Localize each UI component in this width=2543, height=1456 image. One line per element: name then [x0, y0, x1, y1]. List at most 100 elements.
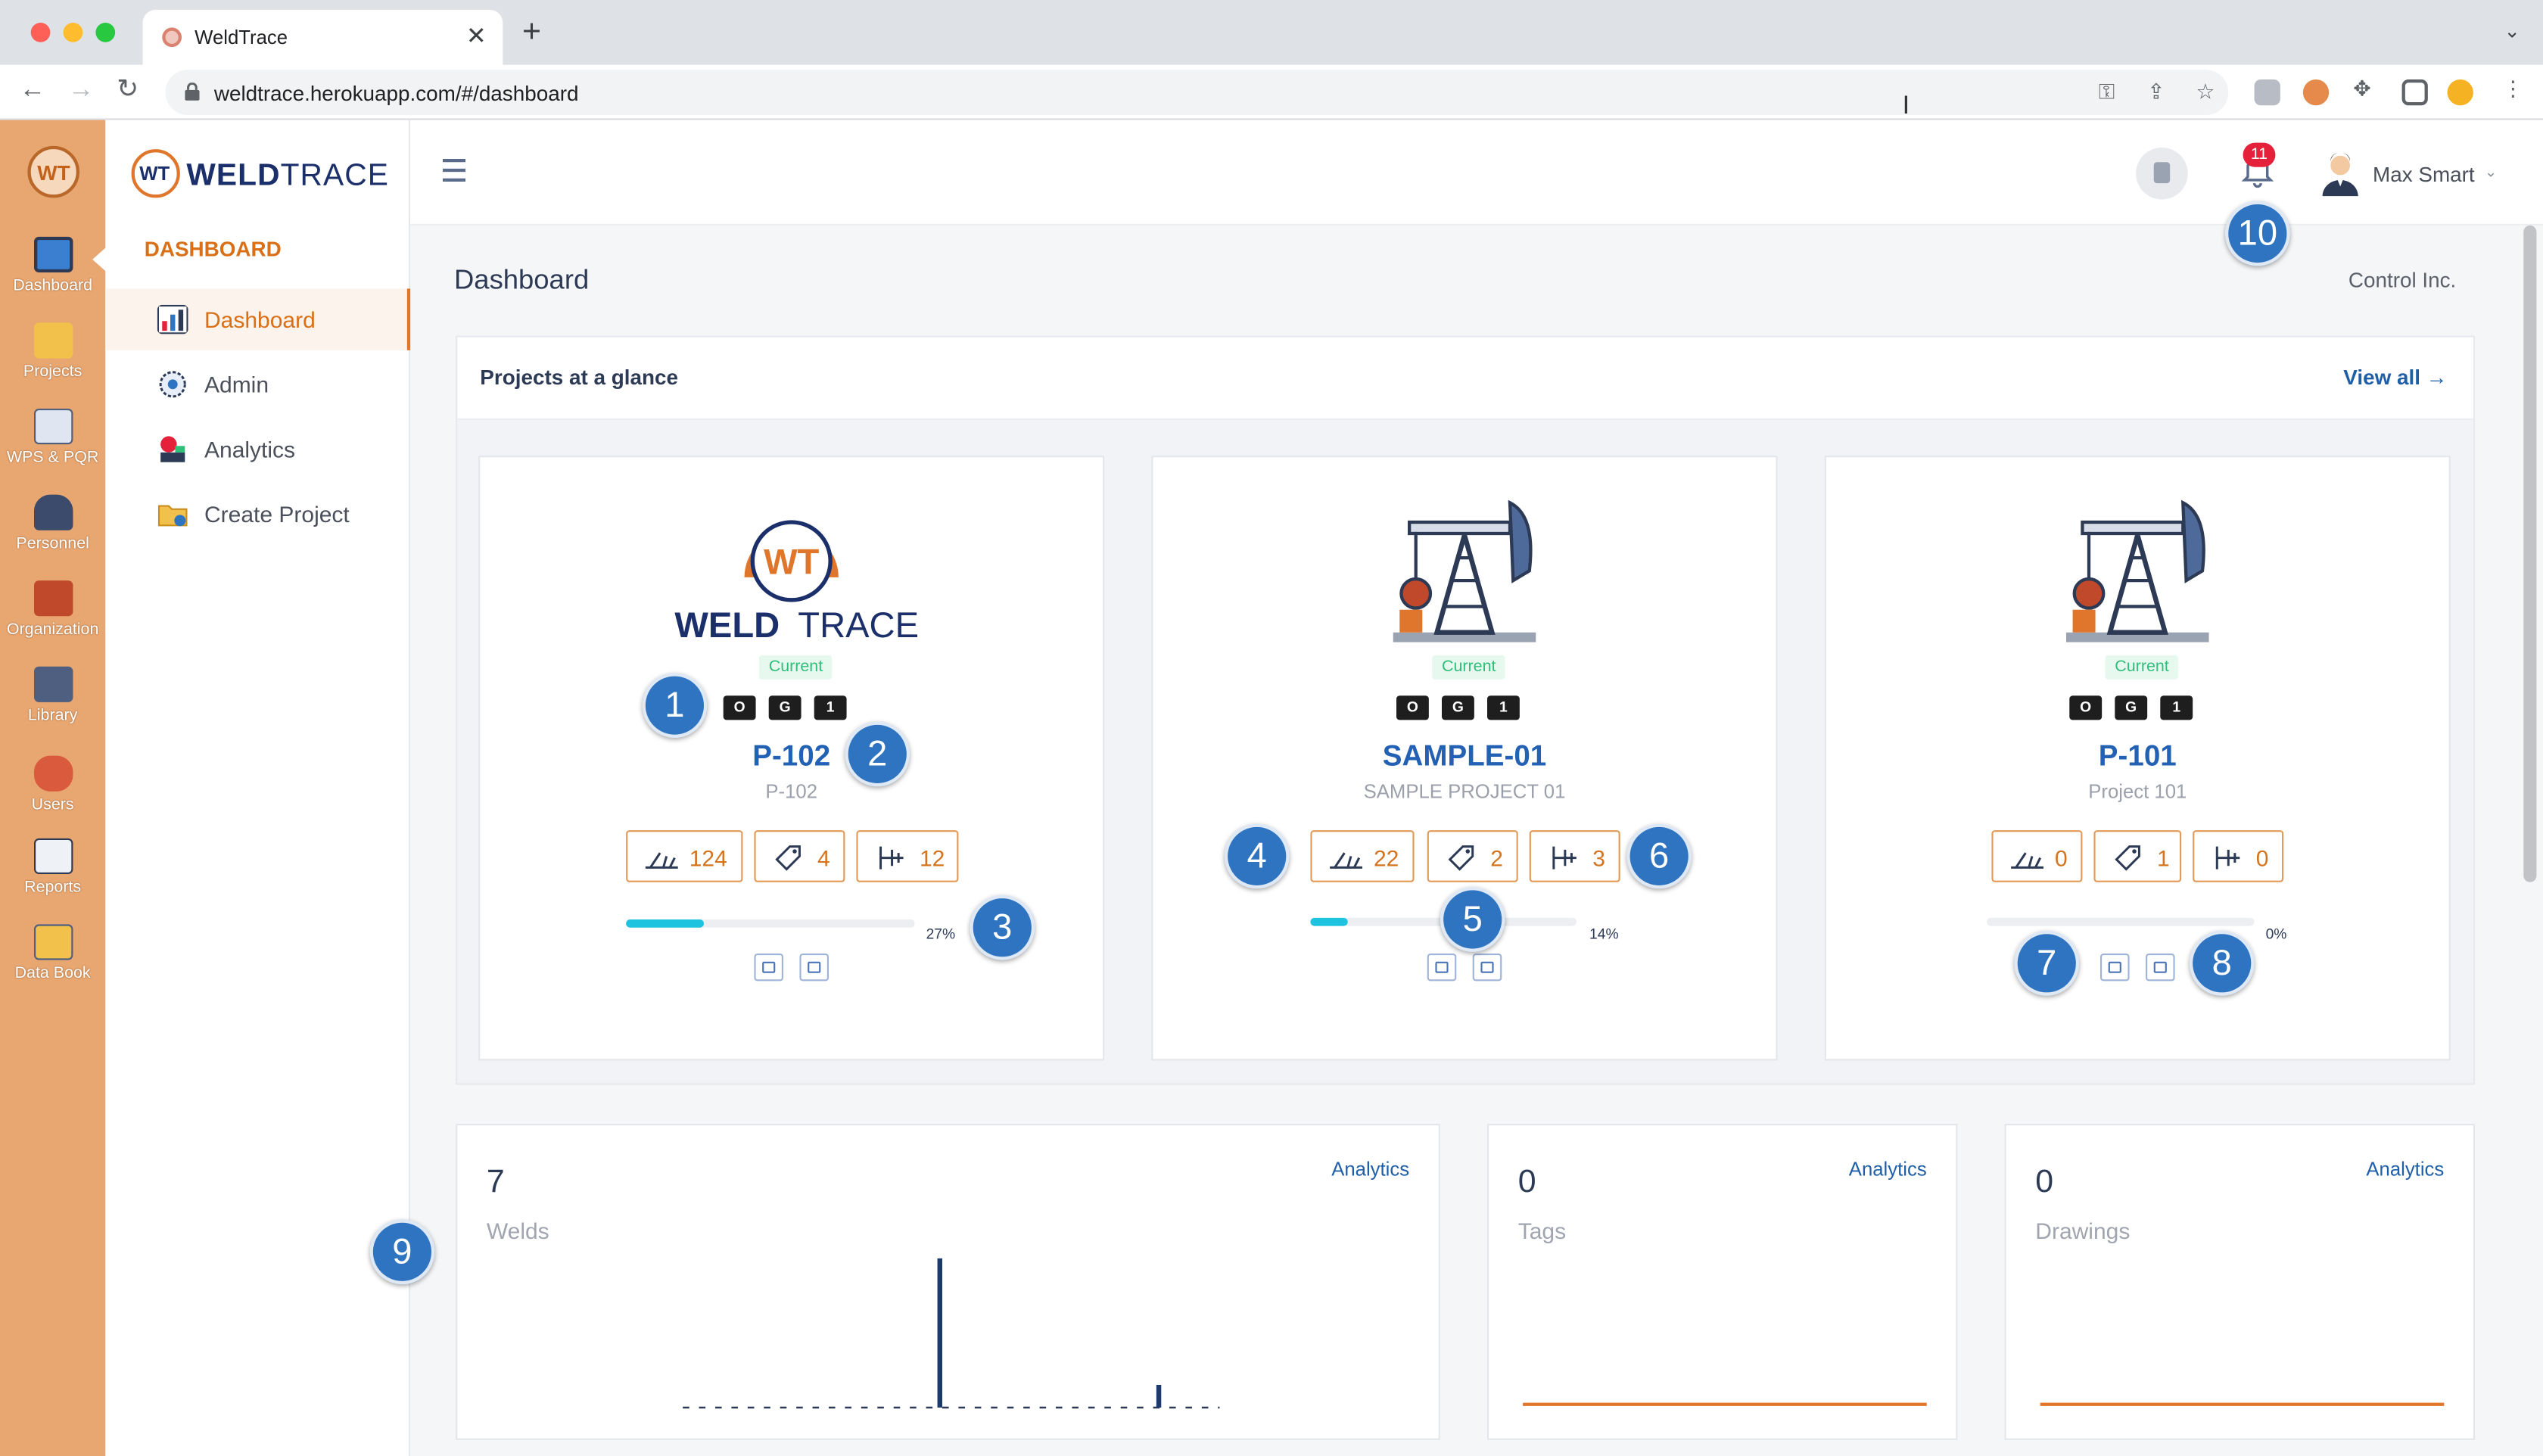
rail-logo[interactable]: WT — [27, 145, 79, 198]
calendar-button[interactable] — [1427, 954, 1457, 982]
user-menu-chevron-down-icon[interactable]: ⌄ — [2485, 163, 2497, 182]
mini-badge[interactable]: G — [2115, 695, 2148, 720]
address-bar[interactable]: weldtrace.herokuapp.com/#/dashboard ⚿ ⇪ … — [165, 70, 2229, 116]
mini-badge[interactable]: O — [723, 695, 756, 720]
drawings-count-button[interactable]: 0 — [2193, 830, 2284, 882]
details-button[interactable] — [1472, 954, 1502, 982]
sparkline-bar — [937, 1258, 942, 1408]
reload-icon[interactable]: ↻ — [117, 76, 139, 106]
rail-item-dashboard[interactable]: Dashboard — [0, 236, 105, 321]
drawings-count-button[interactable]: 3 — [1529, 830, 1620, 882]
browser-tab[interactable]: WeldTrace ✕ — [142, 9, 503, 65]
users-icon — [33, 755, 73, 792]
profile-avatar-icon[interactable] — [2447, 79, 2473, 106]
bookmark-star-icon[interactable]: ☆ — [2196, 79, 2215, 105]
share-icon[interactable]: ⇪ — [2147, 79, 2165, 105]
browser-tab-strip: WeldTrace ✕ + ⌄ — [0, 0, 2543, 65]
rail-item-personnel[interactable]: Personnel — [0, 494, 105, 579]
rail-item-library[interactable]: Library — [0, 666, 105, 751]
callout-1: 1 — [642, 673, 708, 738]
callout-10: 10 — [2225, 201, 2290, 266]
sidebar-item-create-project[interactable]: Create Project — [105, 484, 410, 545]
project-card-p-102[interactable]: WT WELD TRACE Current O G 1 P-102 P-102 … — [478, 456, 1105, 1061]
view-all-link[interactable]: View all → — [2343, 365, 2447, 389]
rail-item-users[interactable]: Users — [0, 755, 105, 840]
project-card-p-101[interactable]: Current O G 1 P-101 Project 101 0 1 0 0% — [1824, 456, 2451, 1061]
welds-count: 124 — [689, 845, 727, 871]
tab-close-button[interactable]: ✕ — [466, 21, 487, 51]
tags-count-button[interactable]: 2 — [1427, 830, 1518, 882]
callout-2: 2 — [845, 721, 910, 787]
page-scrollbar[interactable] — [2523, 225, 2537, 882]
tags-count: 2 — [1490, 845, 1503, 871]
tags-sparkline — [1523, 1402, 1927, 1406]
details-button[interactable] — [2146, 954, 2175, 982]
rail-item-projects[interactable]: Projects — [0, 322, 105, 406]
weld-icon — [2011, 852, 2043, 869]
maximize-window-button[interactable] — [95, 23, 116, 42]
minimize-window-button[interactable] — [63, 23, 83, 42]
mini-badge[interactable]: 1 — [814, 695, 847, 720]
extensions-puzzle-icon[interactable]: ✥ — [2353, 76, 2370, 102]
mini-badge[interactable]: G — [1442, 695, 1474, 720]
hamburger-menu-icon[interactable] — [443, 159, 465, 188]
tab-title: WeldTrace — [195, 26, 288, 49]
calendar-button[interactable] — [2100, 954, 2130, 982]
notification-count-badge[interactable]: 11 — [2243, 142, 2276, 167]
callout-8: 8 — [2189, 931, 2255, 996]
drawing-icon — [1552, 846, 1577, 870]
new-tab-button[interactable]: + — [522, 16, 541, 48]
mini-badge[interactable]: 1 — [1486, 695, 1520, 720]
pumpjack-icon — [1393, 499, 1536, 642]
tags-count-button[interactable]: 1 — [2093, 830, 2182, 882]
back-icon[interactable]: ← — [20, 76, 45, 106]
welds-count-button[interactable]: 22 — [1310, 830, 1415, 882]
welds-count-button[interactable]: 124 — [626, 830, 743, 882]
project-code[interactable]: P-101 — [1826, 739, 2449, 773]
rail-label: Personnel — [16, 535, 89, 553]
drawings-count-button[interactable]: 12 — [856, 830, 959, 882]
extension-icon[interactable] — [2302, 79, 2330, 106]
rail-item-wps-pqr[interactable]: WPS & PQR — [0, 409, 105, 493]
callout-4: 4 — [1224, 823, 1290, 889]
sidebar-item-dashboard[interactable]: Dashboard — [105, 288, 411, 350]
tags-count-button[interactable]: 4 — [754, 830, 845, 882]
chat-extension-icon[interactable] — [2254, 79, 2280, 106]
user-name[interactable]: Max Smart — [2373, 162, 2475, 186]
project-code[interactable]: P-102 — [480, 739, 1103, 773]
progress-label: 27% — [926, 926, 956, 942]
status-badge: Current — [2105, 655, 2179, 680]
mini-badge[interactable]: 1 — [2160, 695, 2193, 720]
rail-item-data-book[interactable]: Data Book — [0, 924, 105, 1008]
folder-add-icon — [157, 505, 188, 527]
rail-label: WPS & PQR — [6, 449, 99, 468]
mini-badge[interactable]: O — [1396, 695, 1429, 720]
books-icon — [33, 666, 73, 702]
side-panel-icon[interactable] — [2401, 79, 2428, 106]
welds-kpi-card: 7 Welds Analytics — [456, 1124, 1440, 1440]
forward-icon[interactable]: → — [68, 76, 94, 106]
sidebar-item-label: Create Project — [204, 501, 350, 527]
sidebar-item-admin[interactable]: Admin — [105, 353, 410, 415]
rail-item-reports[interactable]: Reports — [0, 838, 105, 922]
key-icon[interactable]: ⚿ — [2099, 79, 2115, 105]
rail-label: Users — [31, 796, 74, 814]
mini-badge[interactable]: O — [2069, 695, 2103, 720]
details-button[interactable] — [799, 954, 829, 982]
project-code[interactable]: SAMPLE-01 — [1153, 739, 1776, 773]
pumpjack-icon — [2066, 499, 2209, 642]
user-avatar[interactable] — [2319, 151, 2361, 197]
close-window-button[interactable] — [30, 23, 51, 42]
brand-mark-icon: WT — [131, 149, 180, 198]
welds-count: 22 — [1374, 845, 1399, 871]
mini-badge[interactable]: G — [768, 695, 801, 720]
welds-count-button[interactable]: 0 — [1991, 830, 2083, 882]
tab-search-button[interactable]: ⌄ — [2504, 20, 2520, 42]
browser-menu-icon[interactable]: ⋮ — [2502, 76, 2523, 102]
document-icon[interactable] — [2136, 148, 2188, 200]
calendar-button[interactable] — [754, 954, 783, 982]
rail-item-organization[interactable]: Organization — [0, 580, 105, 664]
project-card-sample-01[interactable]: Current O G 1 SAMPLE-01 SAMPLE PROJECT 0… — [1151, 456, 1778, 1061]
top-header: 11 Max Smart ⌄ — [410, 120, 2543, 226]
sidebar-item-analytics[interactable]: Analytics — [105, 418, 410, 480]
